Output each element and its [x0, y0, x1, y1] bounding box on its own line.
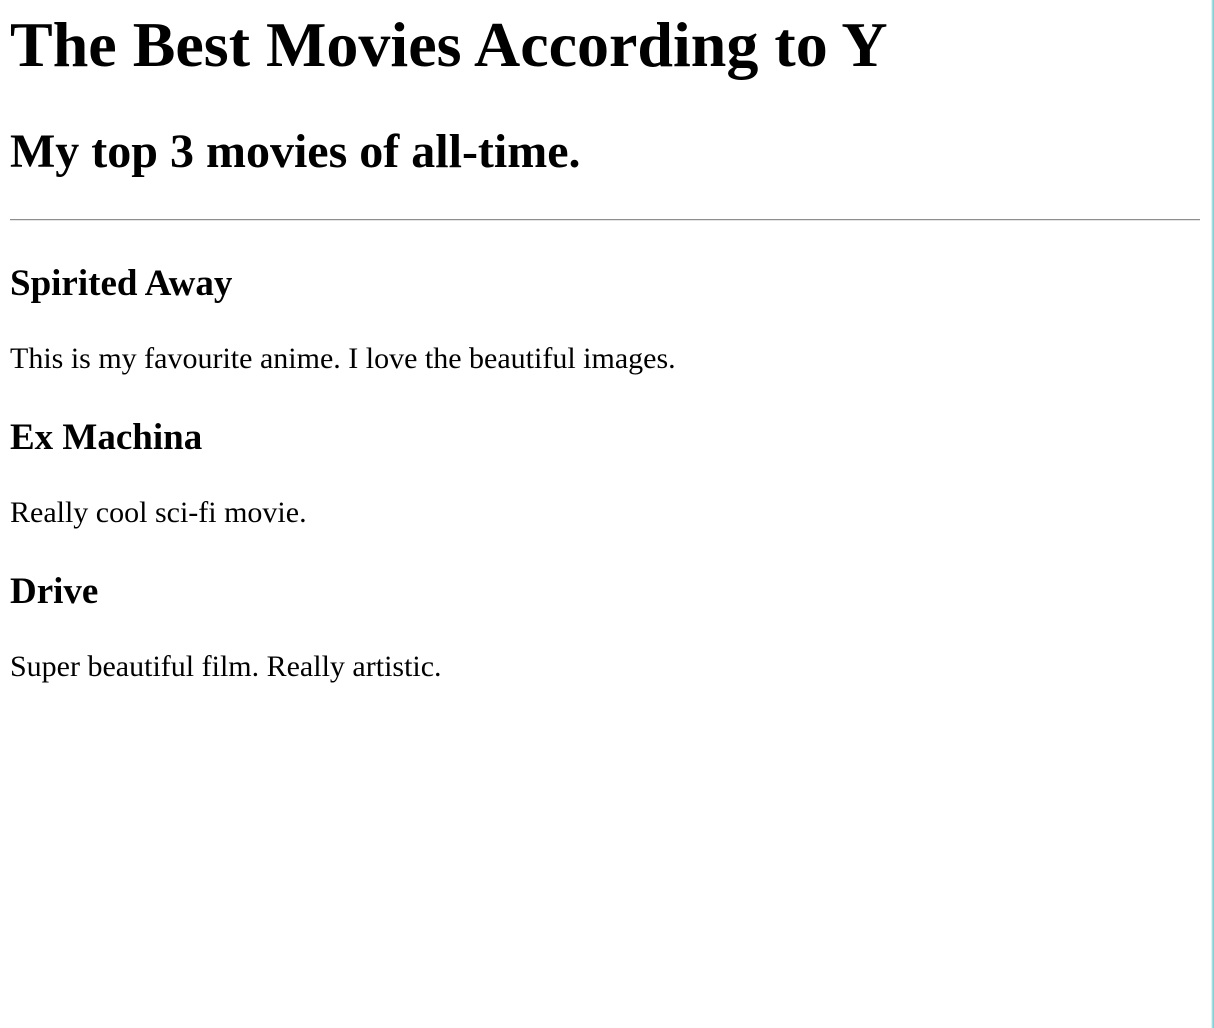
movie-entry-ex-machina: Ex Machina Really cool sci-fi movie.: [10, 377, 1200, 531]
movie-description: Super beautiful film. Really artistic.: [10, 650, 442, 683]
movie-title: Spirited Away: [10, 263, 233, 304]
page-title: The Best Movies According to Y: [10, 9, 888, 80]
movie-title: Ex Machina: [10, 417, 203, 458]
movie-description: Really cool sci-fi movie.: [10, 496, 307, 529]
page-content: The Best Movies According to Y My top 3 …: [0, 0, 1200, 1028]
movie-entry-drive: Drive Super beautiful film. Really artis…: [10, 531, 1200, 685]
movie-description: This is my favourite anime. I love the b…: [10, 342, 676, 375]
movie-entry-spirited-away: Spirited Away This is my favourite anime…: [10, 221, 1200, 377]
page-subtitle: My top 3 movies of all-time.: [10, 125, 581, 178]
movie-title: Drive: [10, 571, 99, 612]
